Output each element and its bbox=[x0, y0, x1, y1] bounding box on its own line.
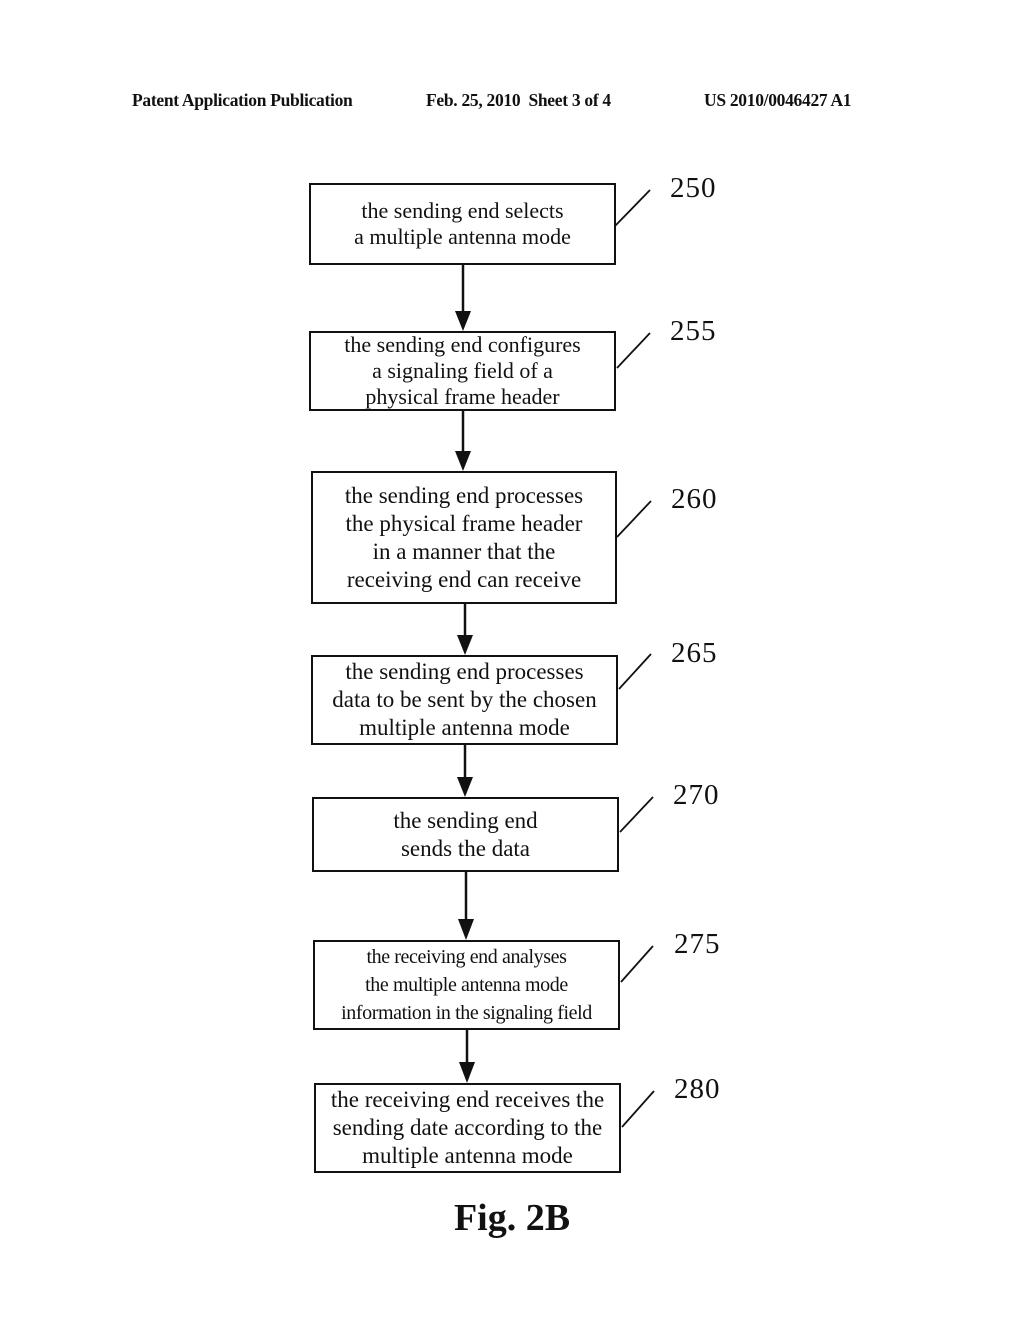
step-box-250: the sending end selects a multiple anten… bbox=[309, 183, 616, 265]
leader-line-270 bbox=[619, 796, 654, 833]
step-box-265: the sending end processes data to be sen… bbox=[311, 655, 618, 745]
step-text: the receiving end analyses the multiple … bbox=[341, 946, 592, 1024]
arrow-265-270 bbox=[457, 745, 473, 797]
reference-numeral-250: 250 bbox=[670, 172, 717, 204]
step-text: the sending end selects a multiple anten… bbox=[354, 198, 571, 249]
arrow-255-260 bbox=[455, 411, 471, 471]
leader-line-280 bbox=[621, 1090, 655, 1128]
arrow-270-275 bbox=[458, 872, 474, 940]
arrow-275-280 bbox=[459, 1030, 475, 1083]
reference-numeral-265: 265 bbox=[671, 637, 718, 669]
reference-numeral-255: 255 bbox=[670, 315, 717, 347]
reference-numeral-260: 260 bbox=[671, 483, 718, 516]
step-text: the sending end sends the data bbox=[393, 807, 538, 861]
leader-line-260 bbox=[616, 500, 652, 538]
arrow-250-255 bbox=[455, 265, 471, 331]
step-text: the sending end configures a signaling f… bbox=[344, 332, 581, 409]
leader-line-275 bbox=[620, 945, 654, 983]
step-box-275: the receiving end analyses the multiple … bbox=[313, 940, 620, 1030]
step-box-255: the sending end configures a signaling f… bbox=[309, 331, 616, 411]
reference-numeral-275: 275 bbox=[674, 928, 721, 960]
leader-line-265 bbox=[618, 653, 652, 690]
step-box-280: the receiving end receives the sending d… bbox=[314, 1083, 621, 1173]
leader-line-250 bbox=[614, 189, 651, 227]
reference-numeral-text: 260 bbox=[671, 483, 718, 515]
step-text: the sending end processes the physical f… bbox=[344, 482, 584, 592]
step-box-260: the sending end processes the physical f… bbox=[311, 471, 617, 604]
reference-numeral-280: 280 bbox=[674, 1073, 721, 1105]
reference-numeral-270: 270 bbox=[673, 779, 720, 811]
arrow-260-265 bbox=[457, 604, 473, 655]
step-text: the sending end processes data to be sen… bbox=[332, 659, 597, 740]
figure-label: Fig. 2B bbox=[453, 1197, 571, 1239]
step-text: the receiving end receives the sending d… bbox=[330, 1087, 605, 1168]
step-box-270: the sending end sends the data bbox=[312, 797, 619, 872]
leader-line-255 bbox=[616, 332, 651, 369]
